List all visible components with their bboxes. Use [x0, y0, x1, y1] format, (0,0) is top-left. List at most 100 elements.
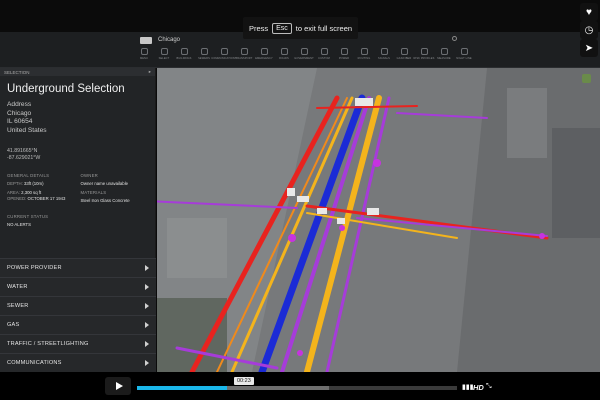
layer-label: NIGHT LINE — [456, 57, 472, 60]
details-grid: GENERAL DETAILS DEPTH: 33ft (10m) AREA: … — [0, 162, 155, 204]
layer-button[interactable]: NIGHT LINE — [454, 48, 474, 60]
layer-icon — [380, 48, 388, 55]
status-value: NO ALERTS — [7, 222, 32, 227]
layer-icon — [320, 48, 328, 55]
layer-label: GOVERNMENT — [294, 57, 314, 60]
selection-panel: SELECTION ▸ Underground Selection Addres… — [0, 68, 156, 372]
layer-label: RISK PROFILES — [413, 57, 435, 60]
expand-arrow-icon — [145, 341, 149, 347]
layer-button[interactable]: TRANSPORT — [234, 48, 254, 60]
depth-label: DEPTH: — [7, 181, 23, 186]
status-heading: CURRENT STATUS — [7, 214, 49, 219]
play-icon — [115, 382, 123, 390]
layer-label: ROUTING — [357, 57, 371, 60]
general-details-heading: GENERAL DETAILS — [7, 173, 50, 178]
layer-label: MEASURE — [437, 57, 451, 60]
expand-arrow-icon — [145, 360, 149, 366]
notice-prefix: Press — [248, 23, 269, 33]
layer-button[interactable]: SELECT — [154, 48, 174, 60]
area-label: AREA: — [7, 190, 20, 195]
utility-item[interactable]: SEWER — [0, 296, 156, 315]
app-logo-icon — [140, 36, 152, 44]
address-line: United States — [7, 126, 47, 134]
utility-item[interactable]: POWER PROVIDER — [0, 258, 156, 277]
opened-label: OPENED: — [7, 196, 27, 201]
fullscreen-icon[interactable]: ⤡ — [486, 383, 492, 391]
expand-arrow-icon — [145, 284, 149, 290]
progress-bar[interactable] — [137, 386, 457, 390]
layer-label: BUILDINGS — [176, 57, 192, 60]
underground-3d-map[interactable] — [157, 68, 600, 372]
current-time: 00:23 — [234, 377, 254, 385]
utility-label: GAS — [7, 322, 20, 328]
layer-button[interactable]: ROUTING — [354, 48, 374, 60]
coordinates: 41.891665°N -87.629021°W — [0, 135, 155, 162]
layer-button[interactable]: MENU — [134, 48, 154, 60]
opened-value: OCTOBER 17 1943 — [27, 196, 66, 201]
layer-label: GAS/FIBER — [396, 57, 412, 60]
share-button[interactable]: ➤ — [580, 39, 598, 57]
layer-button[interactable]: SIGNALS — [374, 48, 394, 60]
layer-icon — [220, 48, 228, 55]
layer-label: POWER — [338, 57, 350, 60]
like-button[interactable]: ♥ — [580, 3, 598, 21]
utility-item[interactable]: TRAFFIC / STREETLIGHTING — [0, 334, 156, 353]
owner-value: Owner name unavailable — [80, 181, 129, 186]
video-frame: Chicago MENU SELECT BUILDINGS SEWERS COMMUNI… — [0, 0, 600, 400]
depth-value: 33ft (10m) — [23, 181, 44, 186]
paper-plane-icon: ➤ — [584, 42, 594, 54]
layer-button[interactable]: BUILDINGS — [174, 48, 194, 60]
utility-label: TRAFFIC / STREETLIGHTING — [7, 341, 89, 347]
layer-button[interactable]: ROADS — [274, 48, 294, 60]
latitude: 41.891665°N — [7, 148, 38, 154]
play-button[interactable] — [105, 377, 131, 395]
layer-button[interactable]: MEASURE — [434, 48, 454, 60]
layer-button[interactable]: RISK PROFILES — [414, 48, 434, 60]
layer-button[interactable]: COMMUNICATIONS — [211, 48, 237, 60]
layer-icon — [180, 48, 188, 55]
layer-button[interactable]: CUSTOM — [314, 48, 334, 60]
layer-icon — [160, 48, 168, 55]
layer-label: ROADS — [279, 57, 289, 60]
panel-header: SELECTION ▸ — [0, 68, 155, 76]
pipe-network-graphic — [157, 68, 600, 372]
heart-icon: ♥ — [586, 6, 592, 18]
layer-icon — [400, 48, 408, 55]
layer-toolbar: MENU SELECT BUILDINGS SEWERS COMMUNICATIONS T… — [134, 48, 474, 60]
search-icon[interactable] — [452, 36, 457, 41]
layer-icon — [140, 48, 148, 55]
layer-label: MENU — [139, 57, 149, 60]
utility-item[interactable]: WATER — [0, 277, 156, 296]
address-line: IL 60654 — [7, 118, 33, 125]
layer-label: CUSTOM — [318, 57, 330, 60]
layer-icon — [240, 48, 248, 55]
layer-icon — [420, 48, 428, 55]
layer-button[interactable]: GAS/FIBER — [394, 48, 414, 60]
panel-collapse-icon[interactable]: ▸ — [149, 69, 151, 75]
current-status: CURRENT STATUS NO ALERTS — [0, 204, 155, 228]
clock-icon: ◷ — [584, 24, 594, 36]
volume-icon[interactable]: ▮▮▮ — [462, 383, 474, 391]
layer-button[interactable]: EMERGENCY — [254, 48, 274, 60]
owner-heading: OWNER — [80, 173, 98, 178]
layer-icon — [200, 48, 208, 55]
longitude: -87.629021°W — [7, 155, 41, 161]
utility-label: WATER — [7, 284, 28, 290]
layer-button[interactable]: POWER — [334, 48, 354, 60]
watch-later-button[interactable]: ◷ — [580, 21, 598, 39]
video-player-controls: 00:23 ▮▮▮ HD ⤡ — [0, 372, 600, 400]
panel-header-label: SELECTION — [4, 69, 30, 75]
utility-item[interactable]: COMMUNICATIONS — [0, 353, 156, 372]
utility-item[interactable]: GAS — [0, 315, 156, 334]
layer-icon — [300, 48, 308, 55]
map-compass-icon[interactable] — [582, 74, 591, 83]
address-line: Address — [7, 101, 32, 108]
notice-suffix: to exit full screen — [295, 23, 353, 33]
utility-label: SEWER — [7, 303, 29, 309]
layer-button[interactable]: GOVERNMENT — [294, 48, 314, 60]
esc-key: Esc — [272, 22, 292, 34]
layer-label: SELECT — [158, 57, 170, 60]
address-line: Chicago — [7, 109, 32, 117]
expand-arrow-icon — [145, 303, 149, 309]
hd-button[interactable]: HD — [473, 383, 484, 392]
